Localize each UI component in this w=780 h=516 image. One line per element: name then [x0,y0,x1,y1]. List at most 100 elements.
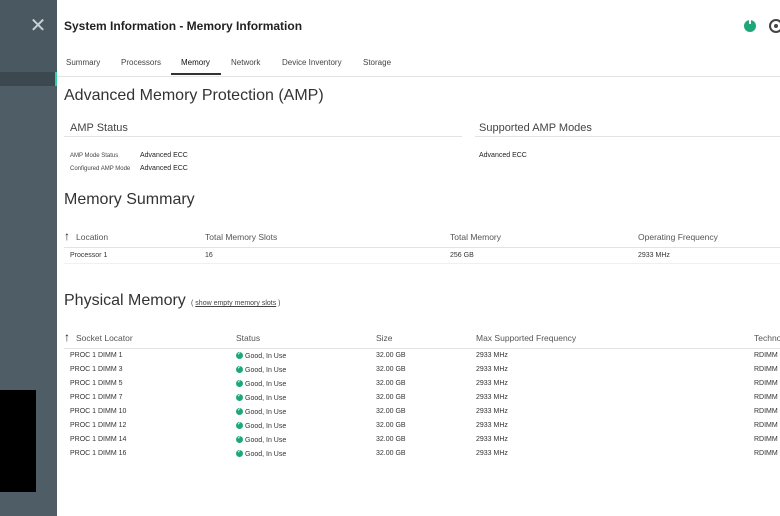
max-frequency: 2933 MHz [476,380,508,387]
amp-modes-title: Supported AMP Modes [479,122,592,134]
status-ok-icon [236,406,243,415]
divider [64,247,780,248]
technology: RDIMM [754,436,778,443]
max-frequency: 2933 MHz [476,366,508,373]
technology: RDIMM [754,352,778,359]
technology: RDIMM [754,394,778,401]
size: 32.00 GB [376,394,406,401]
memory-summary-title: Memory Summary [64,191,195,208]
socket-locator: PROC 1 DIMM 14 [70,436,127,443]
column-header-technology[interactable]: Techno [754,333,780,343]
status-cell: Good, In Use [236,448,287,458]
status-cell: Good, In Use [236,406,287,416]
column-header-operating-frequency[interactable]: Operating Frequency [638,232,718,242]
amp-configured-label: Configured AMP Mode [70,166,131,172]
amp-status-title: AMP Status [70,122,128,134]
socket-locator: PROC 1 DIMM 12 [70,422,127,429]
amp-mode-status-value: Advanced ECC [140,152,188,159]
status-cell: Good, In Use [236,364,287,374]
status-text: Good, In Use [245,395,287,402]
column-header-total-memory[interactable]: Total Memory [450,232,501,242]
size: 32.00 GB [376,408,406,415]
size: 32.00 GB [376,380,406,387]
status-text: Good, In Use [245,423,287,430]
socket-locator: PROC 1 DIMM 1 [70,352,123,359]
status-text: Good, In Use [245,437,287,444]
tab-storage[interactable]: Storage [363,58,391,67]
settings-icon[interactable] [769,19,780,33]
tab-bar: Summary Processors Memory Network Device… [57,52,780,77]
column-header-size[interactable]: Size [376,333,393,343]
amp-title: Advanced Memory Protection (AMP) [64,87,324,104]
tab-processors[interactable]: Processors [121,58,161,67]
summary-total-slots: 16 [205,252,213,259]
close-icon[interactable]: ✕ [28,16,48,36]
status-text: Good, In Use [245,451,287,458]
divider [64,136,462,137]
status-text: Good, In Use [245,381,287,388]
socket-locator: PROC 1 DIMM 16 [70,450,127,457]
size: 32.00 GB [376,450,406,457]
summary-location: Processor 1 [70,252,108,259]
summary-operating-frequency: 2933 MHz [638,252,670,259]
socket-locator: PROC 1 DIMM 10 [70,408,127,415]
amp-configured-value: Advanced ECC [140,165,188,172]
empty-slots-link-wrapper: ( show empty memory slots ) [191,300,281,307]
size: 32.00 GB [376,422,406,429]
status-cell: Good, In Use [236,350,287,360]
max-frequency: 2933 MHz [476,436,508,443]
power-icon[interactable] [744,18,756,32]
paren-close: ) [278,300,281,307]
technology: RDIMM [754,422,778,429]
sort-ascending-icon[interactable]: ↑ [64,331,70,343]
sidebar: ✕ [0,0,57,516]
tab-memory[interactable]: Memory [181,58,210,67]
column-header-socket-locator[interactable]: Socket Locator [76,333,133,343]
size: 32.00 GB [376,436,406,443]
sidebar-redacted-block [0,390,36,492]
sort-ascending-icon[interactable]: ↑ [64,230,70,242]
status-ok-icon [236,364,243,373]
tab-device-inventory[interactable]: Device Inventory [282,58,342,67]
tab-summary[interactable]: Summary [66,58,100,67]
technology: RDIMM [754,380,778,387]
status-ok-icon [236,378,243,387]
status-ok-icon [236,448,243,457]
status-text: Good, In Use [245,409,287,416]
page-title: System Information - Memory Information [64,19,303,33]
column-header-max-frequency[interactable]: Max Supported Frequency [476,333,576,343]
active-tab-indicator [171,73,221,75]
status-cell: Good, In Use [236,392,287,402]
amp-mode-status-label: AMP Mode Status [70,153,119,159]
max-frequency: 2933 MHz [476,408,508,415]
status-cell: Good, In Use [236,378,287,388]
max-frequency: 2933 MHz [476,450,508,457]
status-ok-icon [236,434,243,443]
socket-locator: PROC 1 DIMM 7 [70,394,123,401]
tab-network[interactable]: Network [231,58,260,67]
divider [64,348,780,349]
paren-open: ( [191,300,194,307]
column-header-location[interactable]: Location [76,232,108,242]
socket-locator: PROC 1 DIMM 5 [70,380,123,387]
sidebar-active-item[interactable] [0,72,57,86]
max-frequency: 2933 MHz [476,394,508,401]
status-ok-icon [236,420,243,429]
max-frequency: 2933 MHz [476,352,508,359]
max-frequency: 2933 MHz [476,422,508,429]
column-header-status[interactable]: Status [236,333,260,343]
show-empty-slots-link[interactable]: show empty memory slots [195,300,276,307]
physical-memory-title: Physical Memory [64,292,186,309]
technology: RDIMM [754,366,778,373]
socket-locator: PROC 1 DIMM 3 [70,366,123,373]
technology: RDIMM [754,408,778,415]
amp-supported-mode: Advanced ECC [479,152,527,159]
status-text: Good, In Use [245,367,287,374]
status-cell: Good, In Use [236,434,287,444]
status-ok-icon [236,392,243,401]
size: 32.00 GB [376,352,406,359]
divider [475,136,780,137]
status-text: Good, In Use [245,353,287,360]
summary-total-memory: 256 GB [450,252,474,259]
column-header-total-slots[interactable]: Total Memory Slots [205,232,277,242]
